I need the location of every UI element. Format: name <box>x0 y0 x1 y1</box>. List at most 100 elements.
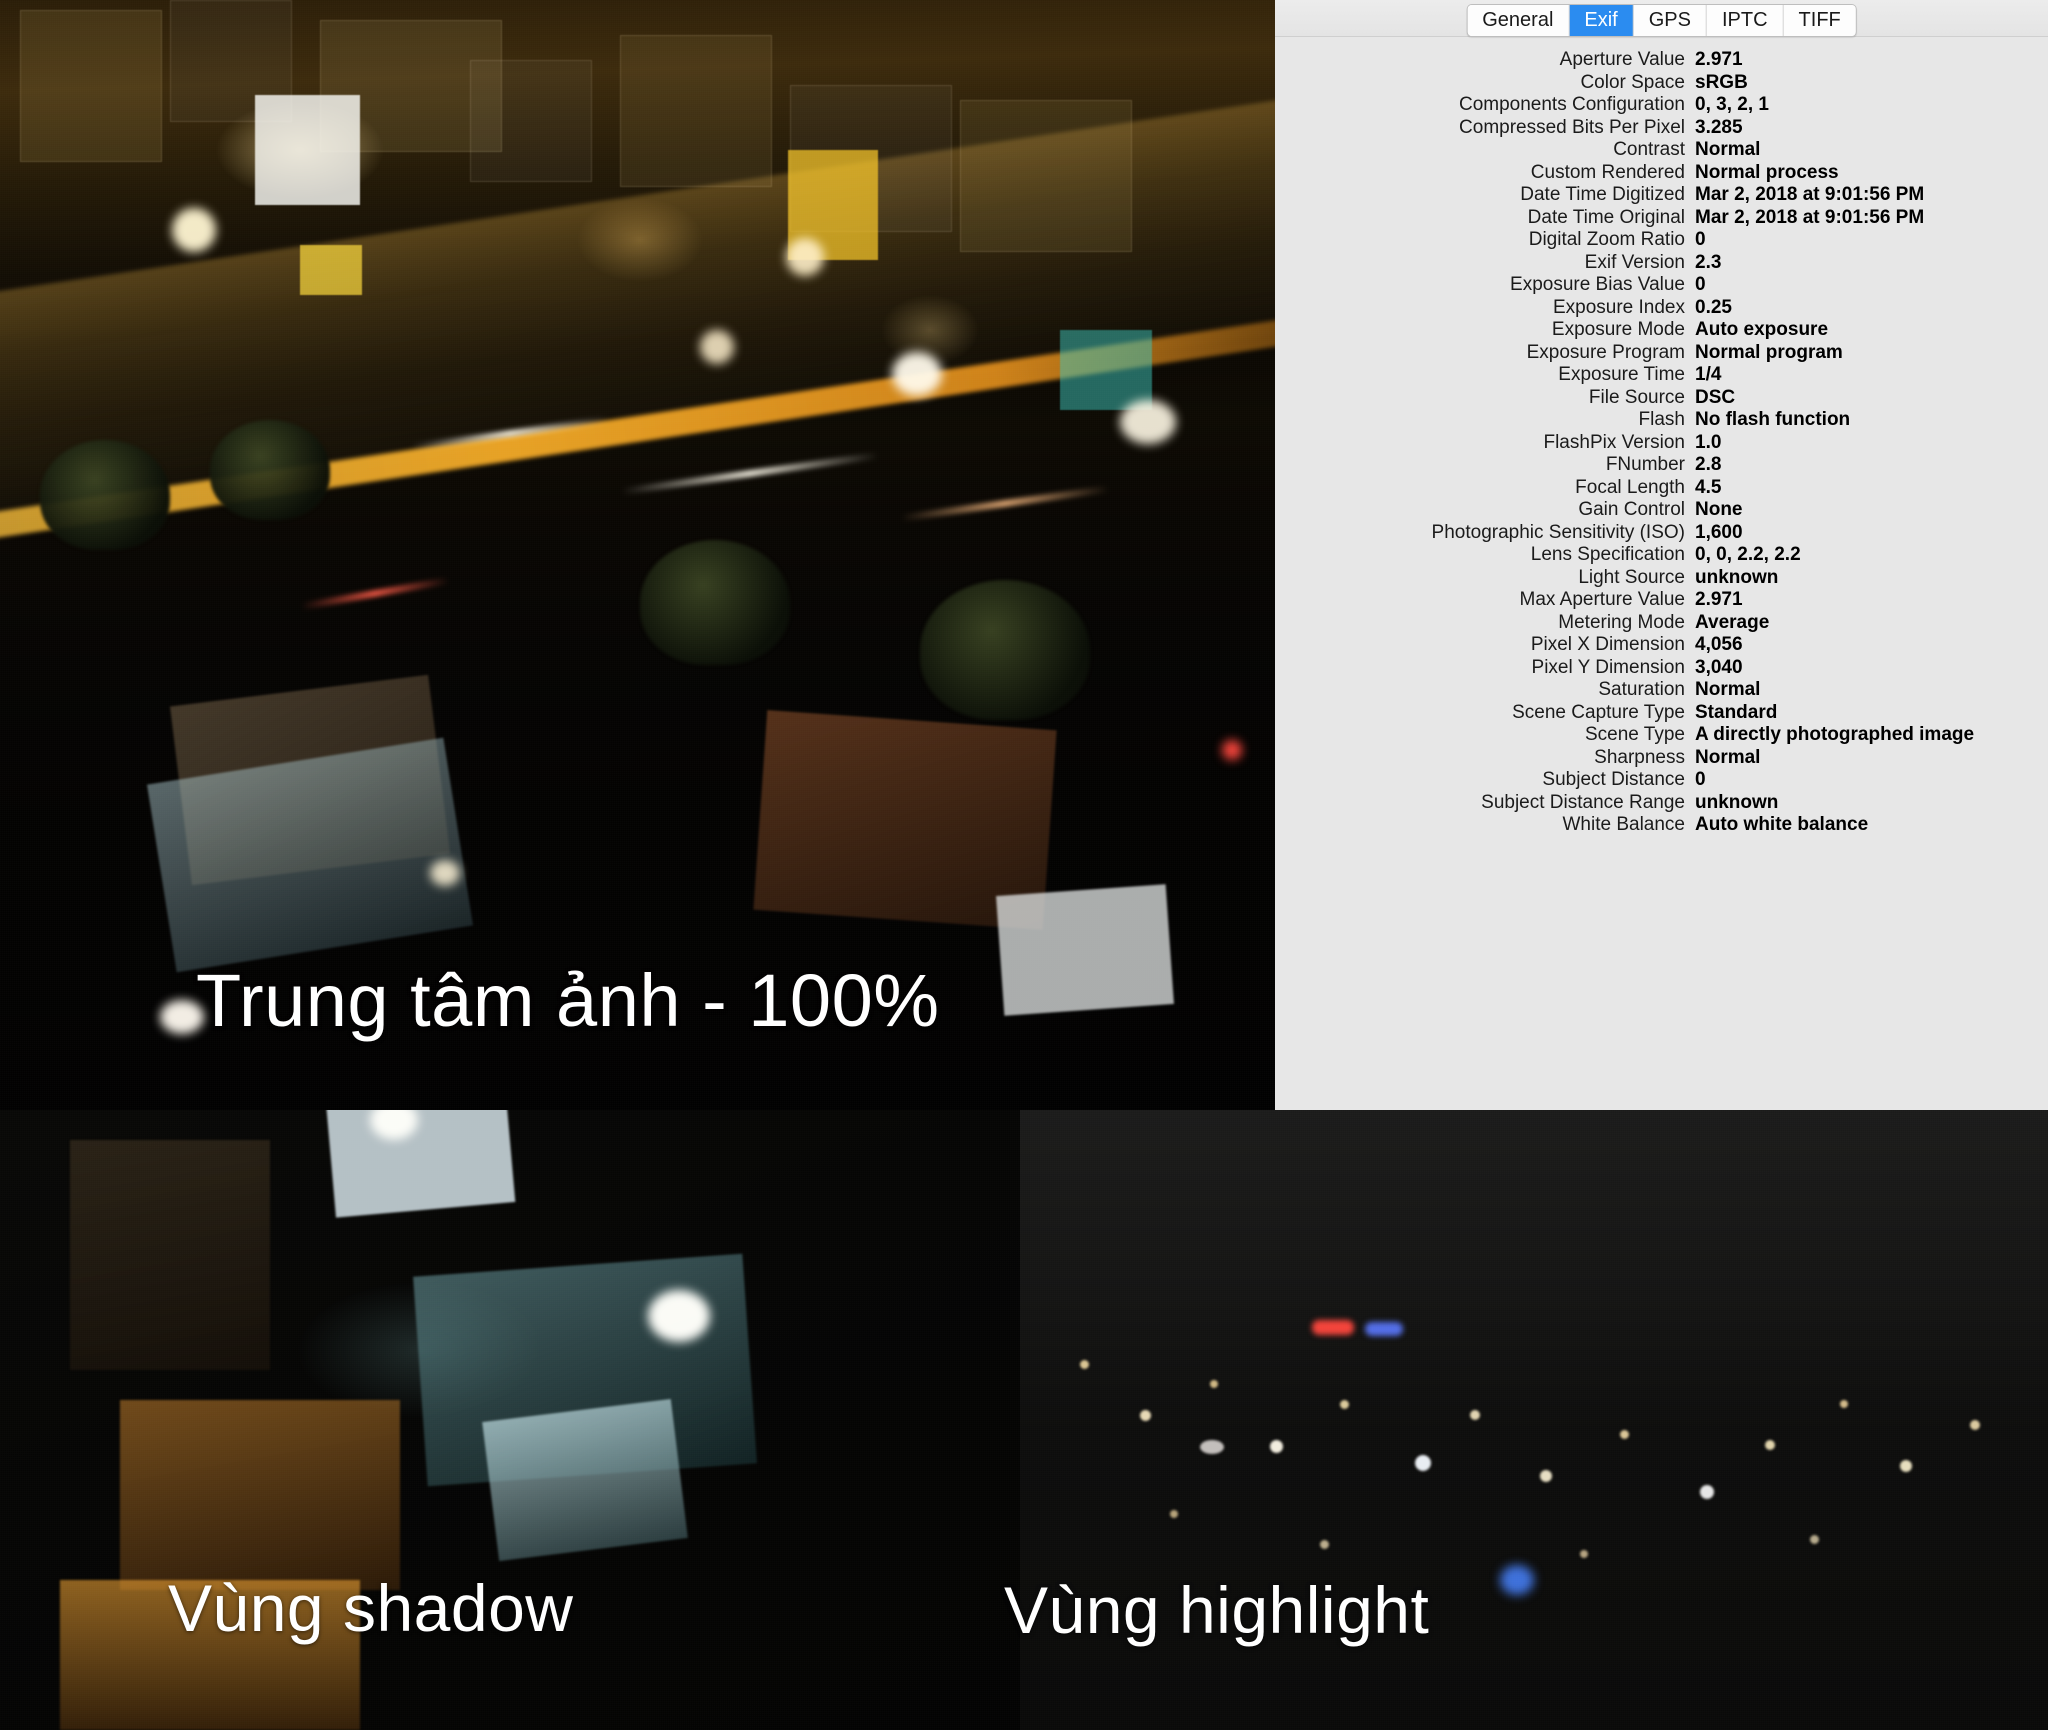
exif-key: Pixel X Dimension <box>1530 634 1685 655</box>
exif-key: Gain Control <box>1578 499 1685 520</box>
exif-row: Saturation Normal <box>1275 679 2048 702</box>
city-light <box>1765 1440 1775 1450</box>
city-light <box>1080 1360 1089 1369</box>
exif-value: sRGB <box>1695 71 1748 93</box>
exif-row: Custom Rendered Normal process <box>1275 162 2048 185</box>
city-light <box>1620 1430 1629 1439</box>
signboard <box>300 245 362 295</box>
exif-row: Exposure Mode Auto exposure <box>1275 319 2048 342</box>
exif-value: 0 <box>1695 769 1706 790</box>
exif-key: Sharpness <box>1594 746 1685 768</box>
light-trail <box>300 577 450 610</box>
exif-row: File Source DSC <box>1275 387 2048 410</box>
exif-key: Exposure Mode <box>1551 319 1685 340</box>
exif-row: Metering Mode Average <box>1275 612 2048 635</box>
exif-value: 0 <box>1695 274 1706 295</box>
exif-row: Exposure Program Normal program <box>1275 342 2048 365</box>
exif-row: Date Time Digitized Mar 2, 2018 at 9:01:5… <box>1275 184 2048 207</box>
tab-general[interactable]: General <box>1467 5 1570 36</box>
rooftop-lamp <box>430 860 460 886</box>
photo-center-crop: Trung tâm ảnh - 100% <box>0 0 1275 1110</box>
city-light <box>1700 1485 1714 1499</box>
vehicle-light-blue <box>1365 1322 1403 1336</box>
exif-value: Auto white balance <box>1695 814 1869 835</box>
exif-row: Scene Type A directly photographed image <box>1275 724 2048 747</box>
exif-row: Light Source unknown <box>1275 567 2048 590</box>
exif-value: 0, 3, 2, 1 <box>1695 94 1769 115</box>
exif-row: Photographic Sensitivity (ISO) 1,600 <box>1275 522 2048 545</box>
rooftop <box>120 1400 400 1590</box>
exif-key: Exposure Index <box>1552 296 1685 318</box>
exif-value: 1/4 <box>1695 364 1722 385</box>
city-light <box>1900 1460 1912 1472</box>
exif-row: Pixel Y Dimension 3,040 <box>1275 657 2048 680</box>
caption-shadow-region: Vùng shadow <box>168 1571 574 1645</box>
exif-metadata-list: Aperture Value 2.971 Color Space sRGB Compon… <box>1275 37 2048 837</box>
exif-value: Normal process <box>1695 161 1839 183</box>
exif-key: Custom Rendered <box>1530 161 1685 183</box>
rooftop <box>324 1110 516 1218</box>
tree <box>920 580 1090 720</box>
street-lamp <box>172 208 216 252</box>
exif-key: Saturation <box>1598 679 1685 700</box>
light-trail <box>620 451 880 496</box>
exif-value: unknown <box>1695 791 1779 813</box>
inspector-tabbar[interactable]: General Exif GPS IPTC TIFF <box>1466 4 1857 37</box>
vehicle-light-blue <box>1500 1565 1534 1595</box>
exif-value: 3.285 <box>1695 116 1743 138</box>
exif-value: Mar 2, 2018 at 9:01:56 PM <box>1695 206 1925 228</box>
exif-value: Normal <box>1695 139 1761 160</box>
light-trail <box>900 485 1110 522</box>
exif-row: Subject Distance 0 <box>1275 769 2048 792</box>
vehicle-light-red <box>1312 1320 1354 1335</box>
caption-highlight-region: Vùng highlight <box>1004 1573 1430 1647</box>
exif-row: Lens Specification 0, 0, 2.2, 2.2 <box>1275 544 2048 567</box>
exif-row: Flash No flash function <box>1275 409 2048 432</box>
exif-row: Max Aperture Value 2.971 <box>1275 589 2048 612</box>
exif-key: Metering Mode <box>1558 611 1685 633</box>
exif-value: DSC <box>1695 386 1736 408</box>
city-light <box>1170 1510 1178 1518</box>
city-light <box>1970 1420 1980 1430</box>
rooftop-lamp <box>1222 740 1242 760</box>
city-light <box>1810 1535 1819 1544</box>
exif-key: Focal Length <box>1575 476 1685 498</box>
exif-value: 3,040 <box>1695 656 1743 678</box>
tab-gps[interactable]: GPS <box>1633 5 1707 36</box>
exif-value: Normal program <box>1695 341 1843 363</box>
exif-row: Aperture Value 2.971 <box>1275 49 2048 72</box>
exif-row: White Balance Auto white balance <box>1275 814 2048 837</box>
building <box>960 100 1132 252</box>
exif-row: Date Time Original Mar 2, 2018 at 9:01:56… <box>1275 207 2048 230</box>
exif-value: 0 <box>1695 229 1706 250</box>
exif-row: Exposure Time 1/4 <box>1275 364 2048 387</box>
tab-iptc[interactable]: IPTC <box>1706 5 1784 36</box>
exif-row: FlashPix Version 1.0 <box>1275 432 2048 455</box>
exif-value: Auto exposure <box>1695 319 1829 340</box>
exif-key: Digital Zoom Ratio <box>1528 229 1685 250</box>
exif-value: Standard <box>1695 701 1778 723</box>
exif-row: Focal Length 4.5 <box>1275 477 2048 500</box>
exif-value: Mar 2, 2018 at 9:01:56 PM <box>1695 184 1925 205</box>
city-light <box>1210 1380 1218 1388</box>
tab-tiff[interactable]: TIFF <box>1783 5 1856 36</box>
exif-row: Exposure Index 0.25 <box>1275 297 2048 320</box>
exif-key: Subject Distance <box>1542 769 1685 790</box>
exif-row: FNumber 2.8 <box>1275 454 2048 477</box>
exif-key: Exposure Bias Value <box>1510 274 1685 295</box>
exif-row: Color Space sRGB <box>1275 72 2048 95</box>
exif-row: Digital Zoom Ratio 0 <box>1275 229 2048 252</box>
exif-value: No flash function <box>1695 409 1851 430</box>
signboard <box>255 95 360 205</box>
exif-key: FlashPix Version <box>1543 431 1685 453</box>
inspector-titlebar: General Exif GPS IPTC TIFF <box>1275 0 2048 37</box>
exif-value: A directly photographed image <box>1695 724 1975 745</box>
city-light <box>1840 1400 1848 1408</box>
exif-row: Scene Capture Type Standard <box>1275 702 2048 725</box>
exif-value: 2.8 <box>1695 454 1722 475</box>
tab-exif[interactable]: Exif <box>1569 5 1634 36</box>
street-lamp <box>786 238 824 276</box>
city-light <box>1340 1400 1349 1409</box>
city-light <box>1470 1410 1480 1420</box>
exif-value: 1,600 <box>1695 521 1743 543</box>
